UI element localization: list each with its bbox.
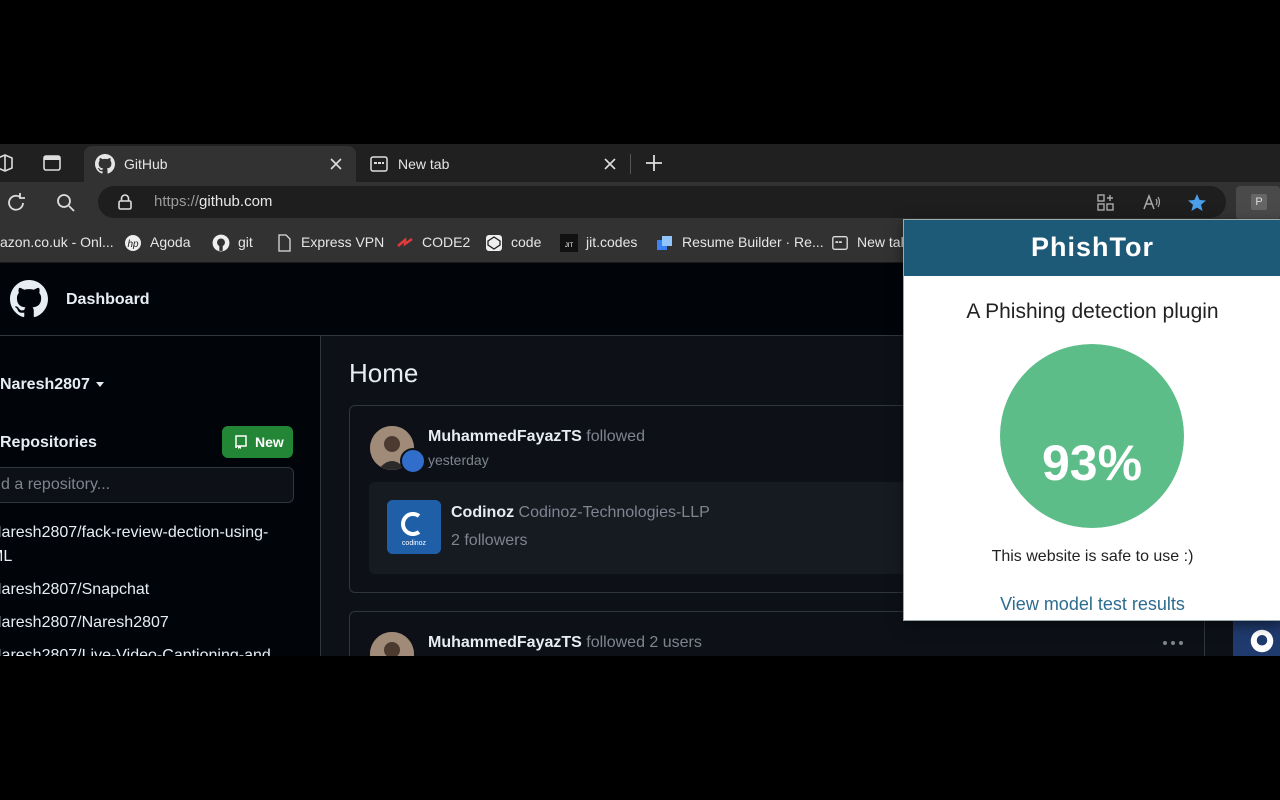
repo-link[interactable]: Naresh2807/Naresh2807 — [0, 611, 290, 635]
repo-link[interactable]: Naresh2807/fack-review-dection-using-ML — [0, 521, 290, 569]
new-repo-button[interactable]: New — [222, 426, 293, 458]
bookmark-label: CODE2 — [422, 234, 471, 250]
svg-text:hp: hp — [127, 239, 139, 250]
lock-icon[interactable] — [116, 193, 134, 211]
phishtor-extension-button[interactable]: P — [1236, 186, 1280, 220]
url-scheme: https:// — [154, 193, 200, 210]
close-tab-icon[interactable] — [600, 154, 620, 174]
account-name: Naresh2807 — [0, 376, 90, 393]
bookmark-label: code — [511, 234, 542, 250]
tab-github[interactable]: GitHub — [84, 146, 356, 182]
bookmark-label: New tal — [857, 234, 904, 250]
safety-score-circle: 93% — [1000, 344, 1184, 528]
popup-subtitle: A Phishing detection plugin — [966, 300, 1219, 323]
svg-text:JIT: JIT — [565, 243, 574, 249]
bookmark-label: azon.co.uk - Onl... — [0, 234, 114, 250]
tab-title: GitHub — [124, 156, 168, 172]
repo-icon — [235, 435, 247, 449]
codepen-icon — [486, 235, 502, 251]
sidebar: Naresh2807 Repositories New d a reposito… — [0, 336, 321, 656]
actor-name[interactable]: MuhammedFayazTS — [428, 428, 582, 445]
read-aloud-icon[interactable] — [1141, 192, 1163, 214]
user-photo-icon — [370, 632, 414, 656]
tab-new-tab[interactable]: New tab — [358, 146, 630, 182]
search-icon[interactable] — [54, 191, 78, 215]
hp-icon: hp — [125, 235, 141, 251]
apps-icon[interactable] — [1095, 192, 1117, 214]
close-tab-icon[interactable] — [326, 154, 346, 174]
github-logo-icon[interactable] — [10, 280, 48, 318]
codinoz-logo-icon: codinoz — [387, 500, 441, 554]
url-text: https://github.com — [154, 193, 272, 210]
person-badge-icon — [400, 448, 426, 474]
phishtor-popup: PhishTor A Phishing detection plugin 93%… — [903, 219, 1280, 621]
tab-strip: GitHub New tab — [0, 144, 1280, 182]
new-button-label: New — [255, 434, 284, 450]
address-bar[interactable]: https://github.com — [98, 186, 1226, 218]
newtab-icon — [370, 156, 388, 172]
resume-icon — [657, 236, 672, 250]
feed-actor: MuhammedFayazTS followed 2 users — [428, 634, 702, 652]
code2-icon — [397, 237, 413, 247]
refresh-icon[interactable] — [4, 191, 28, 215]
home-heading: Home — [349, 358, 419, 388]
feed-actor: MuhammedFayazTS followed — [428, 428, 645, 446]
github-icon — [212, 234, 230, 252]
workspaces-icon[interactable] — [0, 152, 16, 174]
bookmark-label: jit.codes — [586, 234, 638, 250]
bookmark-label: Resume Builder · Re... — [682, 234, 824, 250]
page-title[interactable]: Dashboard — [66, 291, 150, 309]
newtab-icon — [832, 236, 848, 250]
org-logo-text: codinoz — [402, 540, 427, 547]
view-results-link[interactable]: View model test results — [904, 594, 1280, 615]
jit-icon: JIT — [560, 234, 578, 252]
tab-separator — [630, 154, 631, 174]
popup-title: PhishTor — [1030, 232, 1154, 262]
github-icon — [1250, 629, 1274, 653]
bookmark-label: git — [238, 234, 253, 250]
repositories-heading: Repositories — [0, 434, 97, 451]
feed-time[interactable]: yesterday — [428, 452, 489, 468]
safety-score: 93% — [1041, 435, 1143, 491]
url-host: github.com — [199, 193, 273, 210]
navigation-toolbar: https://github.com P — [0, 182, 1280, 224]
org-name-line: Codinoz Codinoz-Technologies-LLP — [451, 504, 710, 522]
account-switcher[interactable]: Naresh2807 — [0, 376, 104, 394]
bookmark-label: Agoda — [150, 234, 191, 250]
chevron-down-icon — [95, 382, 104, 388]
extension-letter: P — [1251, 194, 1267, 210]
org-logo[interactable]: codinoz — [387, 500, 441, 554]
org-name[interactable]: Codinoz — [451, 504, 514, 521]
tab-actions-icon[interactable] — [41, 152, 63, 174]
repo-search-input[interactable]: d a repository... — [0, 467, 294, 503]
avatar[interactable] — [370, 632, 414, 656]
github-icon — [95, 154, 115, 174]
new-tab-plus-icon[interactable] — [642, 151, 666, 175]
feed-action: followed — [586, 428, 645, 445]
tab-title: New tab — [398, 156, 450, 172]
popup-header: PhishTor — [904, 220, 1280, 276]
bookmark-label: Express VPN — [301, 234, 385, 250]
more-options-icon[interactable] — [1162, 640, 1184, 646]
repo-link[interactable]: Naresh2807/Snapchat — [0, 578, 290, 602]
page-icon — [278, 234, 291, 252]
search-placeholder: d a repository... — [1, 476, 111, 493]
right-panel-github-badge[interactable] — [1233, 619, 1280, 656]
feed-action: followed 2 users — [586, 634, 702, 651]
org-full-name: Codinoz-Technologies-LLP — [518, 504, 710, 521]
org-followers: 2 followers — [451, 532, 528, 549]
safety-message: This website is safe to use :) — [991, 548, 1194, 565]
favorite-star-icon[interactable] — [1186, 192, 1208, 214]
actor-name[interactable]: MuhammedFayazTS — [428, 634, 582, 651]
repo-link[interactable]: Naresh2807/Live-Video-Captioning-and — [0, 644, 290, 656]
